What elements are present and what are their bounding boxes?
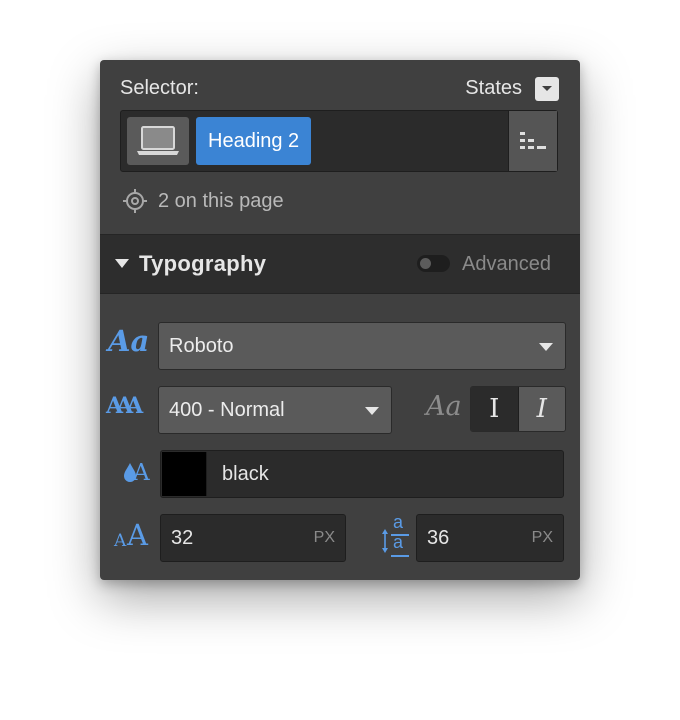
font-family-value: Roboto — [169, 334, 234, 357]
advanced-label[interactable]: Advanced — [462, 253, 551, 276]
line-height-underline — [391, 555, 409, 557]
font-family-select[interactable]: Roboto — [158, 322, 566, 370]
typography-section-header[interactable]: Typography Advanced — [100, 234, 580, 294]
selector-chip-heading-2[interactable]: Heading 2 — [196, 117, 312, 165]
laptop-icon — [137, 126, 179, 155]
chevron-down-icon — [365, 407, 379, 415]
font-color-icon: A — [122, 458, 156, 490]
color-name-value: black — [222, 463, 269, 485]
font-family-icon: Aa — [108, 324, 150, 358]
selector-menu-button[interactable] — [508, 111, 557, 171]
device-selector-button[interactable] — [127, 117, 189, 165]
states-label[interactable]: States — [465, 77, 522, 100]
font-style-preview: Aa — [426, 391, 462, 422]
line-height-bottom-glyph: a — [393, 532, 404, 552]
elements-on-page-info[interactable]: 2 on this page — [122, 188, 284, 214]
font-color-field[interactable]: black — [160, 450, 564, 498]
font-size-large-glyph: A — [127, 518, 148, 552]
on-page-count-text: 2 on this page — [158, 189, 284, 212]
font-size-input[interactable]: 32 PX — [160, 514, 346, 562]
selector-label: Selector: — [120, 77, 199, 99]
font-size-icon: A A — [114, 518, 158, 552]
font-size-value: 32 — [171, 527, 194, 549]
chevron-down-icon — [539, 343, 553, 351]
line-height-top-glyph: a — [393, 512, 404, 532]
font-weight-icon: AAA — [106, 393, 143, 419]
line-height-input[interactable]: 36 PX — [416, 514, 564, 562]
list-menu-icon — [520, 132, 546, 149]
advanced-toggle[interactable] — [417, 255, 450, 272]
font-size-unit[interactable]: PX — [314, 515, 335, 561]
font-size-small-glyph: A — [114, 531, 127, 551]
color-swatch[interactable] — [162, 452, 207, 496]
line-height-unit[interactable]: PX — [532, 515, 553, 561]
chevron-down-icon — [542, 86, 552, 91]
crosshair-target-icon — [123, 189, 147, 213]
normal-style-button[interactable]: I — [471, 387, 519, 431]
toggle-knob — [420, 258, 431, 269]
font-weight-select[interactable]: 400 - Normal — [158, 386, 392, 434]
italic-style-button[interactable]: I — [518, 387, 565, 431]
selector-field[interactable]: Heading 2 — [120, 110, 558, 172]
color-letter-glyph: A — [133, 460, 150, 486]
states-dropdown-button[interactable] — [535, 77, 559, 101]
font-style-toggle-group: I I — [470, 386, 566, 432]
section-title: Typography — [139, 251, 267, 276]
vertical-arrows-icon — [382, 529, 388, 553]
collapse-caret-icon[interactable] — [115, 259, 129, 268]
style-panel: Selector: States Heading 2 2 on this pag… — [100, 60, 580, 580]
font-weight-value: 400 - Normal — [169, 398, 285, 421]
line-height-icon: a a — [380, 512, 414, 558]
line-height-value: 36 — [427, 527, 450, 549]
